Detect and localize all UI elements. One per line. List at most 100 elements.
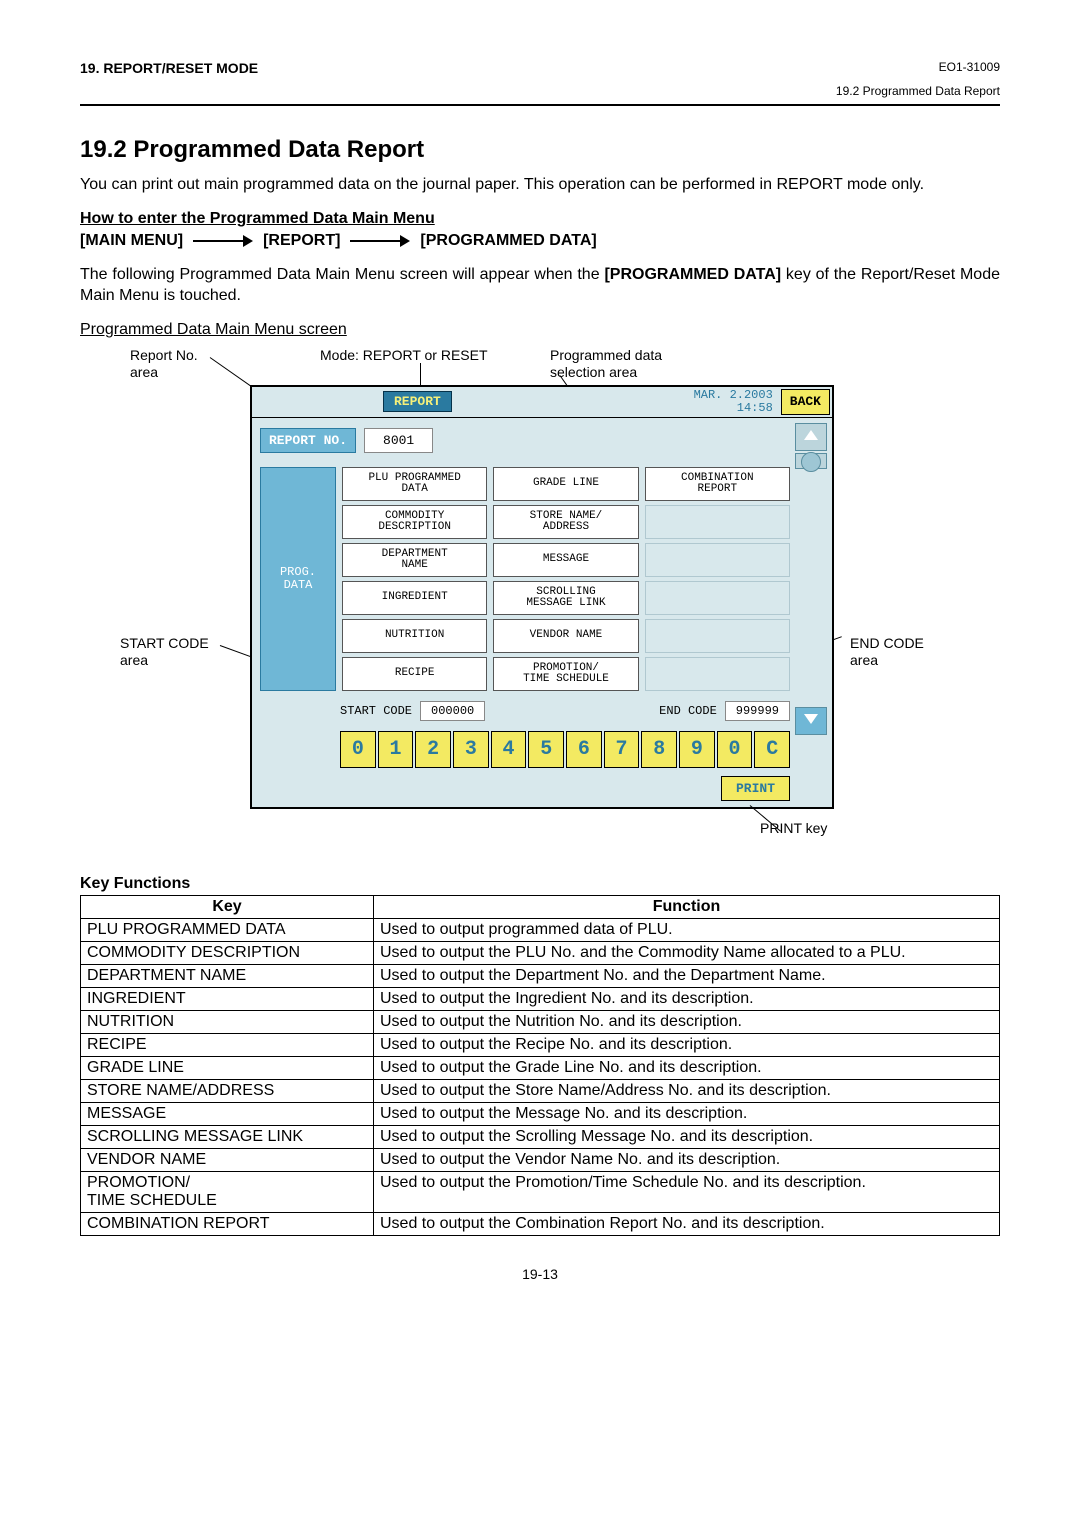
kf-function: Used to output the PLU No. and the Commo… (374, 941, 1000, 964)
kf-key: VENDOR NAME (81, 1148, 374, 1171)
scroll-indicator (795, 453, 827, 469)
table-row: NUTRITIONUsed to output the Nutrition No… (81, 1010, 1000, 1033)
page-number: 19-13 (80, 1266, 1000, 1282)
startcode-label: START CODE (340, 704, 412, 718)
endcode-value[interactable]: 999999 (725, 701, 790, 721)
table-head-function: Function (374, 895, 1000, 918)
menu-key[interactable]: MESSAGE (493, 543, 638, 577)
datetime: MAR. 2.2003 14:58 (688, 387, 779, 417)
menu-key[interactable]: RECIPE (342, 657, 487, 691)
table-row: DEPARTMENT NAMEUsed to output the Depart… (81, 964, 1000, 987)
menu-key[interactable]: COMBINATION REPORT (645, 467, 790, 501)
mode-indicator: REPORT (383, 391, 452, 412)
kf-function: Used to output the Scrolling Message No.… (374, 1125, 1000, 1148)
scroll-down-button[interactable] (795, 707, 827, 735)
table-row: STORE NAME/ADDRESSUsed to output the Sto… (81, 1079, 1000, 1102)
kf-key: DEPARTMENT NAME (81, 964, 374, 987)
keypad-key-1[interactable]: 1 (378, 731, 414, 768)
menu-key[interactable]: PROMOTION/ TIME SCHEDULE (493, 657, 638, 691)
kf-key: RECIPE (81, 1033, 374, 1056)
header-chapter: 19. REPORT/RESET MODE (80, 60, 258, 76)
header-rule (80, 104, 1000, 106)
progdata-label: PROG. DATA (260, 467, 336, 691)
nav-report: [REPORT] (263, 232, 340, 250)
kf-key: NUTRITION (81, 1010, 374, 1033)
kf-key: PLU PROGRAMMED DATA (81, 918, 374, 941)
table-row: MESSAGEUsed to output the Message No. an… (81, 1102, 1000, 1125)
menu-key[interactable]: SCROLLING MESSAGE LINK (493, 581, 638, 615)
keypad-key-9[interactable]: 9 (679, 731, 715, 768)
kf-function: Used to output the Combination Report No… (374, 1212, 1000, 1235)
circle-icon (801, 452, 821, 472)
keypad-key-0[interactable]: 0 (717, 731, 753, 768)
triangle-down-icon (804, 714, 818, 724)
kf-function: Used to output the Ingredient No. and it… (374, 987, 1000, 1010)
kf-key: STORE NAME/ADDRESS (81, 1079, 374, 1102)
menu-key[interactable]: INGREDIENT (342, 581, 487, 615)
table-row: PROMOTION/ TIME SCHEDULEUsed to output t… (81, 1171, 1000, 1212)
table-row: COMMODITY DESCRIPTIONUsed to output the … (81, 941, 1000, 964)
keypad-key-4[interactable]: 4 (491, 731, 527, 768)
howto-heading: How to enter the Programmed Data Main Me… (80, 210, 1000, 228)
startcode-value[interactable]: 000000 (420, 701, 485, 721)
nav-main-menu: [MAIN MENU] (80, 232, 183, 250)
print-button[interactable]: PRINT (721, 776, 790, 801)
scroll-sidebar (794, 421, 828, 737)
keypad-key-0[interactable]: 0 (340, 731, 376, 768)
intro-paragraph: You can print out main programmed data o… (80, 174, 1000, 196)
callout-startcode: START CODE area (120, 635, 209, 669)
menu-key[interactable]: VENDOR NAME (493, 619, 638, 653)
keypad-key-5[interactable]: 5 (528, 731, 564, 768)
menu-key (645, 619, 790, 653)
kf-function: Used to output the Promotion/Time Schedu… (374, 1171, 1000, 1212)
screen-caption: Programmed Data Main Menu screen (80, 321, 1000, 339)
keypad-key-8[interactable]: 8 (641, 731, 677, 768)
arrow-icon (193, 234, 253, 248)
table-row: SCROLLING MESSAGE LINKUsed to output the… (81, 1125, 1000, 1148)
kf-key: INGREDIENT (81, 987, 374, 1010)
menu-key[interactable]: GRADE LINE (493, 467, 638, 501)
section-title: 19.2 Programmed Data Report (80, 136, 1000, 164)
time-value: 14:58 (737, 401, 773, 415)
menu-key[interactable]: COMMODITY DESCRIPTION (342, 505, 487, 539)
table-row: PLU PROGRAMMED DATAUsed to output progra… (81, 918, 1000, 941)
kf-function: Used to output the Grade Line No. and it… (374, 1056, 1000, 1079)
reportno-label: REPORT NO. (260, 428, 356, 453)
scroll-up-button[interactable] (795, 423, 827, 451)
reportno-value[interactable]: 8001 (364, 428, 433, 453)
kf-function: Used to output the Department No. and th… (374, 964, 1000, 987)
kf-function: Used to output programmed data of PLU. (374, 918, 1000, 941)
kf-function: Used to output the Vendor Name No. and i… (374, 1148, 1000, 1171)
back-button[interactable]: BACK (781, 389, 830, 415)
keypad-key-C[interactable]: C (754, 731, 790, 768)
kf-function: Used to output the Nutrition No. and its… (374, 1010, 1000, 1033)
menu-key[interactable]: DEPARTMENT NAME (342, 543, 487, 577)
table-row: COMBINATION REPORTUsed to output the Com… (81, 1212, 1000, 1235)
screen-diagram: Report No. area Mode: REPORT or RESET Pr… (80, 345, 1000, 865)
menu-key (645, 657, 790, 691)
endcode-label: END CODE (659, 704, 717, 718)
header-subsection: 19.2 Programmed Data Report (80, 84, 1000, 98)
menu-key (645, 543, 790, 577)
menu-key[interactable]: PLU PROGRAMMED DATA (342, 467, 487, 501)
menu-key (645, 505, 790, 539)
keypad-key-2[interactable]: 2 (415, 731, 451, 768)
keypad-key-7[interactable]: 7 (604, 731, 640, 768)
kf-key: MESSAGE (81, 1102, 374, 1125)
menu-key[interactable]: STORE NAME/ ADDRESS (493, 505, 638, 539)
kf-key: GRADE LINE (81, 1056, 374, 1079)
callout-reportno: Report No. area (130, 347, 198, 381)
menu-key[interactable]: NUTRITION (342, 619, 487, 653)
header-docid: EO1-31009 (939, 60, 1000, 76)
kf-function: Used to output the Message No. and its d… (374, 1102, 1000, 1125)
keypad-key-6[interactable]: 6 (566, 731, 602, 768)
kf-key: COMMODITY DESCRIPTION (81, 941, 374, 964)
key-functions-table: Key Function PLU PROGRAMMED DATAUsed to … (80, 895, 1000, 1236)
kf-function: Used to output the Recipe No. and its de… (374, 1033, 1000, 1056)
kf-key: SCROLLING MESSAGE LINK (81, 1125, 374, 1148)
key-functions-heading: Key Functions (80, 875, 1000, 893)
arrow-icon (350, 234, 410, 248)
callout-mode: Mode: REPORT or RESET (320, 347, 488, 364)
keypad-key-3[interactable]: 3 (453, 731, 489, 768)
table-row: INGREDIENTUsed to output the Ingredient … (81, 987, 1000, 1010)
